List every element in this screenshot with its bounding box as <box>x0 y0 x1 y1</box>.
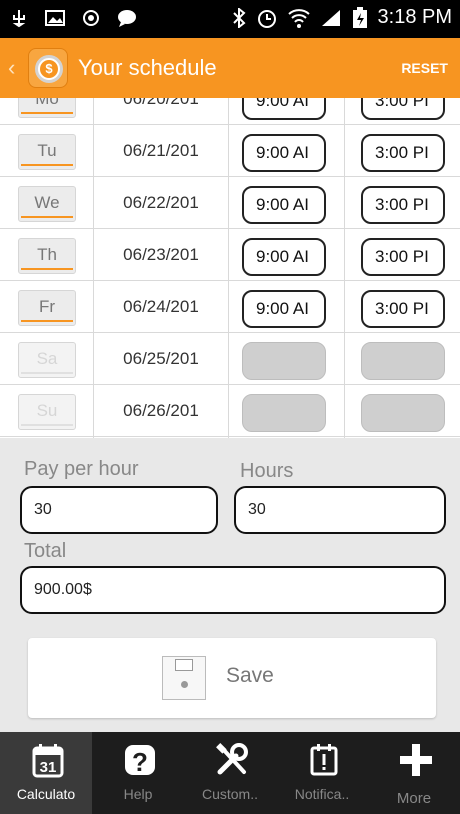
svg-text:?: ? <box>132 747 148 777</box>
tab-customize[interactable]: Custom.. <box>184 732 276 814</box>
reset-button[interactable]: RESET <box>401 60 448 76</box>
floppy-disk-icon <box>162 656 206 700</box>
day-toggle-fr[interactable]: Fr <box>18 290 76 326</box>
camera-icon <box>83 10 99 26</box>
start-time-field[interactable]: 9:00 AI <box>242 134 326 172</box>
pay-form: Pay per hour Hours 30 30 Total 900.00$ S… <box>0 438 460 732</box>
end-time-field-disabled <box>361 342 445 380</box>
date-cell[interactable]: 06/25/201 <box>96 333 226 385</box>
save-button[interactable]: Save <box>28 638 436 718</box>
schedule-row-th: Th 06/23/201 9:00 AI 3:00 PI <box>0 229 460 281</box>
start-time-field-disabled <box>242 394 326 432</box>
schedule-row-we: We 06/22/201 9:00 AI 3:00 PI <box>0 177 460 229</box>
calendar-icon: 31 <box>32 744 64 778</box>
schedule-list[interactable]: Mo 06/20/201 9:00 AI 3:00 PI Tu 06/21/20… <box>0 98 460 438</box>
day-toggle-tu[interactable]: Tu <box>18 134 76 170</box>
end-time-field[interactable]: 3:00 PI <box>361 134 445 172</box>
page-title: Your schedule <box>78 55 217 80</box>
tab-help[interactable]: ? Help <box>92 732 184 814</box>
end-time-field[interactable]: 3:00 PI <box>361 290 445 328</box>
signal-icon <box>321 9 340 26</box>
bottom-tab-bar: 31 Calculato ? Help Custom.. Notifica.. <box>0 732 460 814</box>
start-time-field[interactable]: 9:00 AI <box>242 290 326 328</box>
plus-icon <box>400 744 432 776</box>
notification-icon <box>310 744 338 776</box>
end-time-field[interactable]: 3:00 PI <box>361 98 445 120</box>
battery-icon <box>352 6 367 28</box>
start-time-field[interactable]: 9:00 AI <box>242 186 326 224</box>
tools-icon <box>216 743 248 775</box>
chat-icon <box>118 10 136 27</box>
start-time-field-disabled <box>242 342 326 380</box>
date-cell[interactable]: 06/24/201 <box>96 281 226 333</box>
start-time-field[interactable]: 9:00 AI <box>242 98 326 120</box>
wifi-icon <box>287 8 310 28</box>
date-cell[interactable]: 06/20/201 <box>96 98 226 125</box>
schedule-row-fr: Fr 06/24/201 9:00 AI 3:00 PI <box>0 281 460 333</box>
status-bar: 3:18 PM <box>0 0 460 38</box>
svg-text:31: 31 <box>40 759 57 776</box>
end-time-field-disabled <box>361 394 445 432</box>
start-time-field[interactable]: 9:00 AI <box>242 238 326 276</box>
action-bar: ‹ $ Your schedule RESET <box>0 38 460 98</box>
schedule-row-tu: Tu 06/21/201 9:00 AI 3:00 PI <box>0 125 460 177</box>
date-cell[interactable]: 06/26/201 <box>96 385 226 437</box>
schedule-row-sa: Sa 06/25/201 <box>0 333 460 385</box>
tab-label: More <box>396 790 432 807</box>
pay-per-hour-input[interactable]: 30 <box>20 486 218 534</box>
day-toggle-su[interactable]: Su <box>18 394 76 430</box>
gallery-icon <box>45 10 65 26</box>
status-time: 3:18 PM <box>377 6 452 28</box>
end-time-field[interactable]: 3:00 PI <box>361 238 445 276</box>
tab-notifications[interactable]: Notifica.. <box>276 732 368 814</box>
day-toggle-sa[interactable]: Sa <box>18 342 76 378</box>
end-time-field[interactable]: 3:00 PI <box>361 186 445 224</box>
tab-label: Calculato <box>16 786 76 802</box>
bluetooth-icon <box>232 7 246 28</box>
save-button-label: Save <box>226 664 274 687</box>
usb-icon <box>12 10 26 28</box>
date-cell[interactable]: 06/21/201 <box>96 125 226 177</box>
date-cell[interactable]: 06/22/201 <box>96 177 226 229</box>
tab-label: Custom.. <box>201 786 258 802</box>
hours-label: Hours <box>240 460 294 482</box>
day-toggle-th[interactable]: Th <box>18 238 76 274</box>
pay-per-hour-label: Pay per hour <box>24 458 139 480</box>
total-label: Total <box>24 540 67 562</box>
date-cell[interactable]: 06/23/201 <box>96 229 226 281</box>
tab-label: Notifica.. <box>294 786 350 802</box>
day-toggle-mo[interactable]: Mo <box>18 98 76 118</box>
back-chevron-icon[interactable]: ‹ <box>8 55 15 81</box>
day-toggle-we[interactable]: We <box>18 186 76 222</box>
alarm-icon <box>257 9 276 28</box>
schedule-row-su: Su 06/26/201 <box>0 385 460 437</box>
tab-more[interactable]: More <box>368 732 460 814</box>
app-logo-icon[interactable]: $ <box>28 48 68 88</box>
total-field[interactable]: 900.00$ <box>20 566 446 614</box>
schedule-row-mo: Mo 06/20/201 9:00 AI 3:00 PI <box>0 98 460 125</box>
tab-calculator[interactable]: 31 Calculato <box>0 732 92 814</box>
tab-label: Help <box>123 786 153 802</box>
hours-input[interactable]: 30 <box>234 486 446 534</box>
help-icon: ? <box>125 745 155 777</box>
